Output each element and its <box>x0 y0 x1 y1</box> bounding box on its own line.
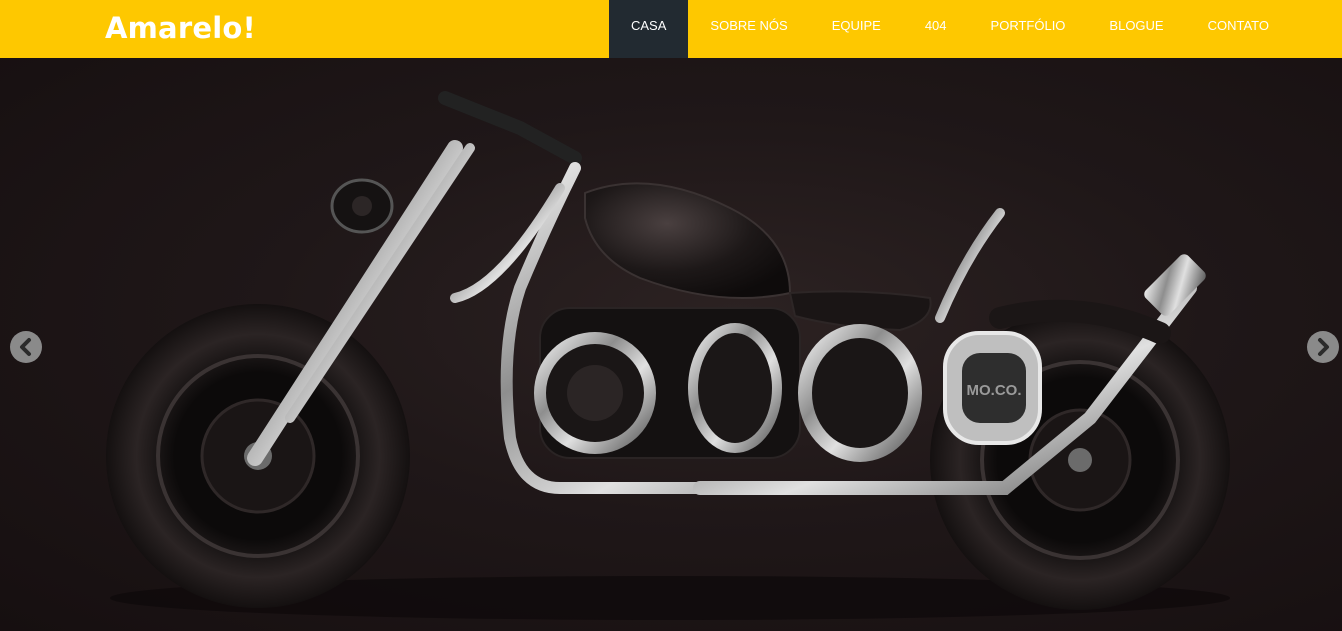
moco-badge: MO.CO. <box>943 331 1042 445</box>
nav-item-portfolio[interactable]: PORTFÓLIO <box>969 0 1088 58</box>
nav-item-blogue[interactable]: BLOGUE <box>1087 0 1185 58</box>
chevron-right-icon <box>1318 338 1329 356</box>
motorcycle-illustration: MO.CO. <box>106 91 1230 620</box>
top-navigation-bar: Amarelo! CASA SOBRE NÓS EQUIPE 404 PORTF… <box>0 0 1342 58</box>
hero-carousel: MO.CO. <box>0 58 1342 631</box>
engine <box>534 307 922 462</box>
nav-item-404[interactable]: 404 <box>903 0 969 58</box>
carousel-prev-button[interactable] <box>10 331 42 363</box>
nav-item-sobre-nos[interactable]: SOBRE NÓS <box>688 0 809 58</box>
headlight <box>330 178 394 234</box>
nav-item-contato[interactable]: CONTATO <box>1186 0 1291 58</box>
site-logo[interactable]: Amarelo! <box>105 10 256 46</box>
main-nav: CASA SOBRE NÓS EQUIPE 404 PORTFÓLIO BLOG… <box>609 0 1291 58</box>
carousel-next-button[interactable] <box>1307 331 1339 363</box>
chevron-left-icon <box>20 338 31 356</box>
nav-item-equipe[interactable]: EQUIPE <box>810 0 903 58</box>
nav-item-casa[interactable]: CASA <box>609 0 689 58</box>
fuel-tank <box>584 182 792 299</box>
moco-badge-text: MO.CO. <box>967 382 1022 399</box>
